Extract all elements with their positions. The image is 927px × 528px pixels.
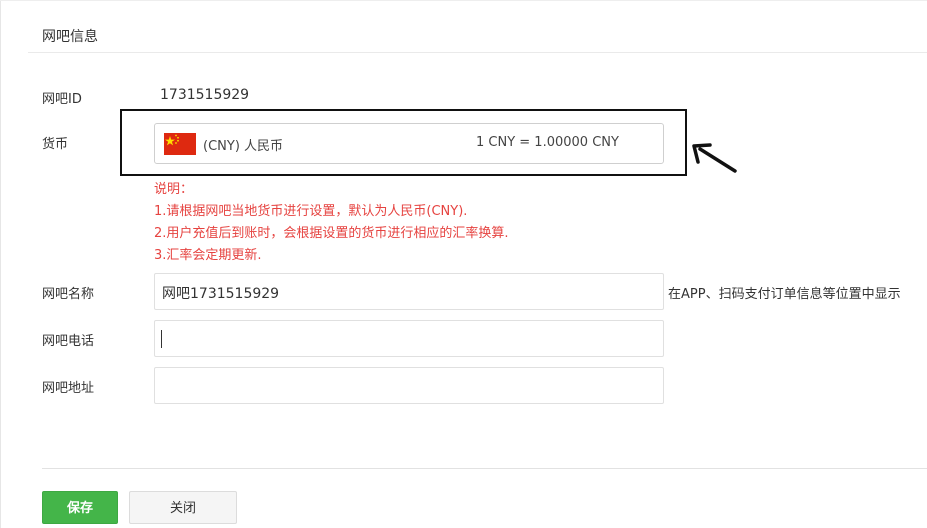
close-button[interactable]: 关闭: [129, 491, 237, 524]
name-hint: 在APP、扫码支付订单信息等位置中显示: [668, 287, 901, 302]
address-input[interactable]: [154, 367, 664, 404]
phone-label: 网吧电话: [42, 334, 95, 349]
currency-rate: 1 CNY = 1.00000 CNY: [476, 135, 619, 150]
frame-top-border: [0, 0, 927, 1]
note-title: 说明：: [154, 182, 194, 197]
text-caret: [161, 330, 162, 348]
note-line-3: 3.汇率会定期更新.: [154, 248, 262, 263]
currency-name: (CNY) 人民币: [203, 139, 284, 154]
section-title: 网吧信息: [42, 29, 98, 45]
name-input[interactable]: 网吧1731515929: [154, 273, 664, 310]
note-line-2: 2.用户充值后到账时，会根据设置的货币进行相应的汇率换算.: [154, 226, 509, 241]
frame-left-border: [0, 0, 1, 528]
cafe-id-value: 1731515929: [160, 87, 250, 103]
footer-divider: [42, 468, 927, 469]
name-input-value: 网吧1731515929: [162, 286, 280, 302]
currency-select[interactable]: (CNY) 人民币 1 CNY = 1.00000 CNY: [154, 123, 664, 164]
save-button[interactable]: 保存: [42, 491, 118, 524]
phone-input[interactable]: [154, 320, 664, 357]
currency-label: 货币: [42, 137, 69, 152]
cafe-id-label: 网吧ID: [42, 92, 82, 107]
china-flag-icon: [164, 133, 196, 155]
name-label: 网吧名称: [42, 287, 95, 302]
annotation-arrow-icon: [692, 143, 737, 173]
note-line-1: 1.请根据网吧当地货币进行设置，默认为人民币(CNY).: [154, 204, 468, 219]
title-divider: [28, 52, 927, 53]
address-label: 网吧地址: [42, 381, 95, 396]
